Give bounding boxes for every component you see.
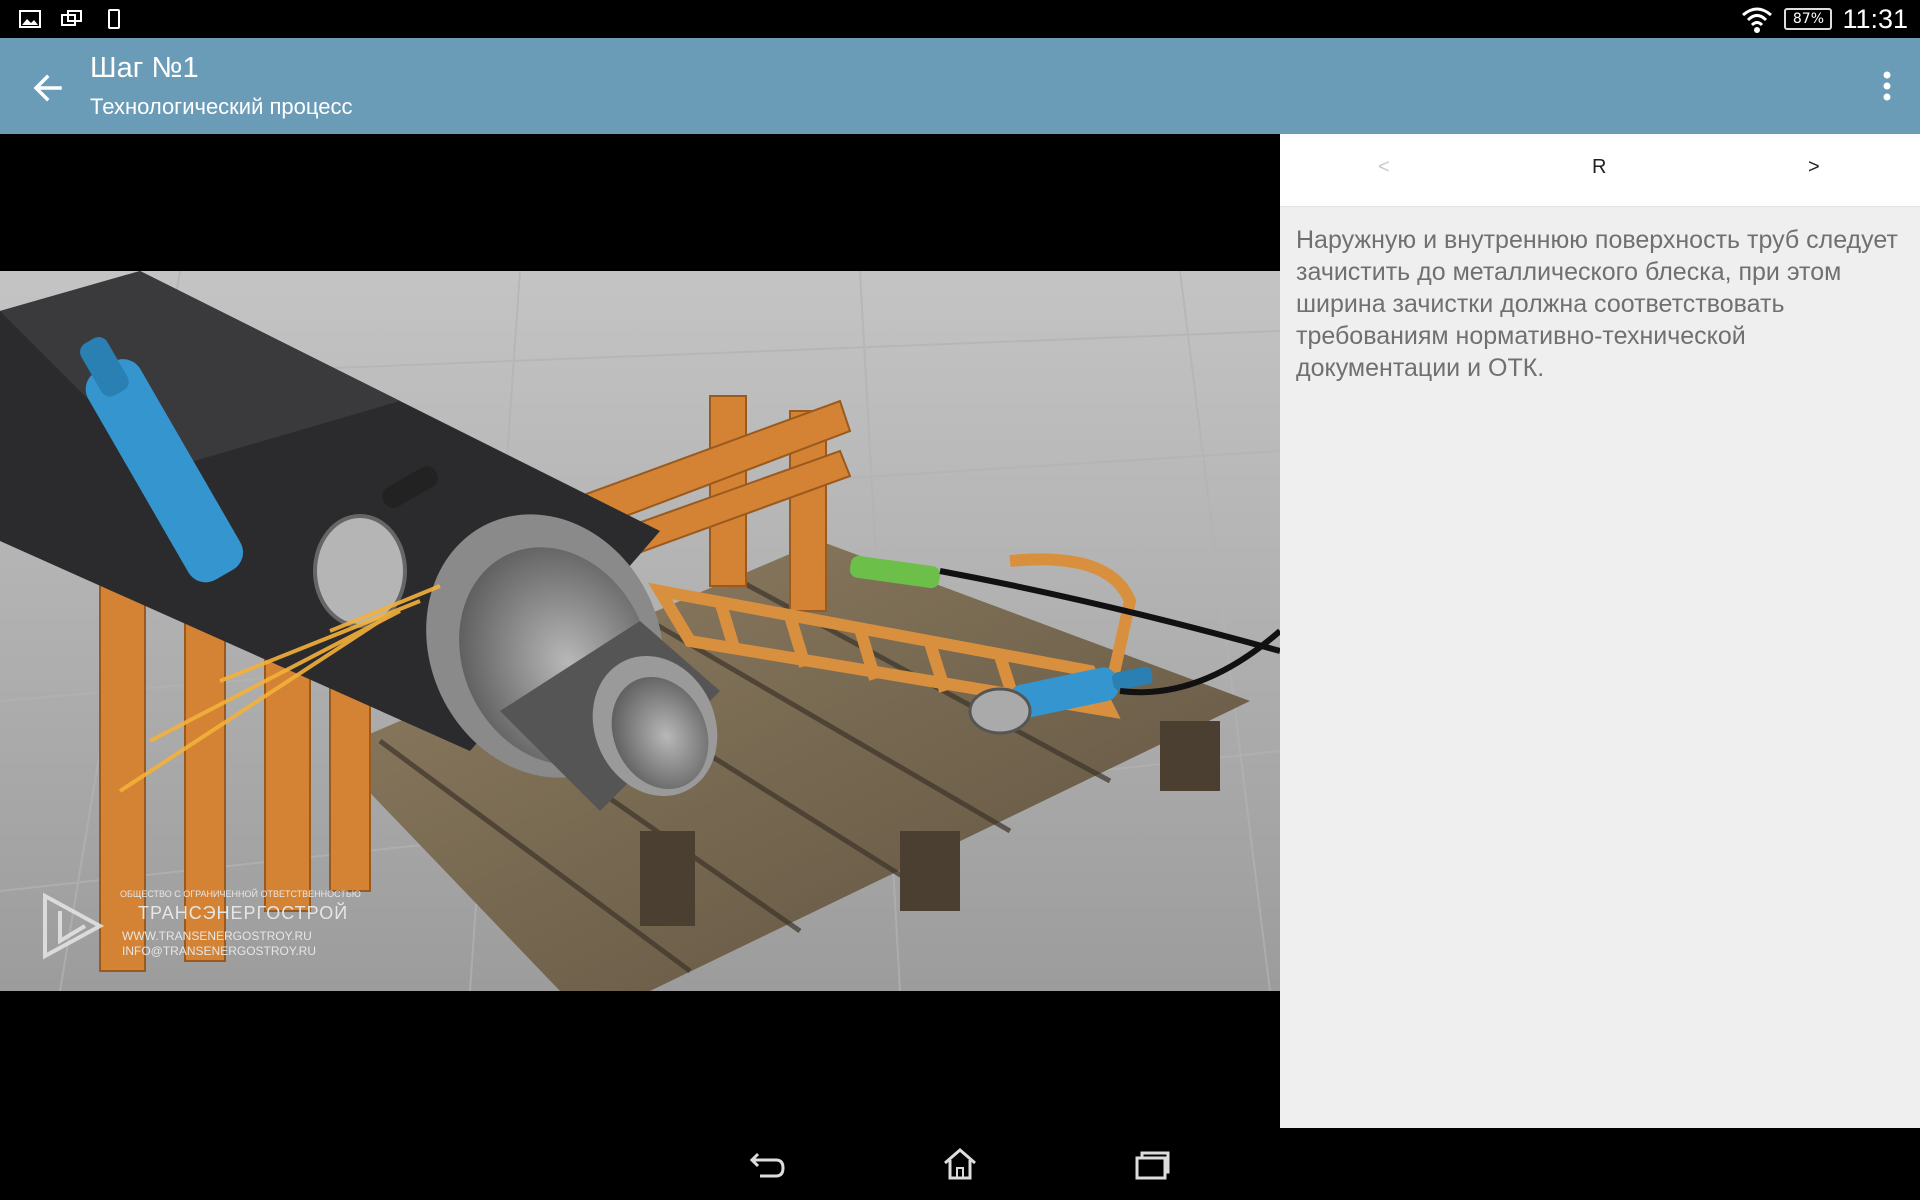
app-bar: Шаг №1 Технологический процесс [0, 38, 1920, 134]
video-frame[interactable]: ОБЩЕСТВО С ОГРАНИЧЕННОЙ ОТВЕТСТВЕННОСТЬЮ… [0, 271, 1280, 991]
watermark-site: WWW.TRANSENERGOSTROY.RU [122, 929, 312, 943]
back-arrow-icon[interactable] [28, 68, 68, 108]
watermark-email: INFO@TRANSENERGOSTROY.RU [122, 944, 316, 958]
recent-apps-icon[interactable] [1132, 1146, 1172, 1182]
reset-button[interactable]: R [1592, 156, 1606, 179]
home-icon[interactable] [940, 1146, 980, 1182]
pipe-cleaning-illustration: ОБЩЕСТВО С ОГРАНИЧЕННОЙ ОТВЕТСТВЕННОСТЬЮ… [0, 271, 1280, 991]
status-left-icons [18, 7, 126, 31]
next-step-button[interactable]: > [1808, 156, 1820, 179]
status-bar: 87% 11:31 [0, 0, 1920, 38]
step-description: Наружную и внутреннюю поверхность труб с… [1296, 226, 1898, 382]
image-icon [19, 10, 41, 28]
status-right: 87% 11:31 [1740, 0, 1908, 38]
system-nav-bar [0, 1128, 1920, 1200]
watermark-tagline: ОБЩЕСТВО С ОГРАНИЧЕННОЙ ОТВЕТСТВЕННОСТЬЮ [120, 888, 361, 899]
multi-window-icon [61, 10, 82, 26]
step-description-panel: < R > Наружную и внутреннюю поверхность … [1280, 134, 1920, 1128]
page-subtitle: Технологический процесс [90, 94, 353, 119]
clock: 11:31 [1842, 3, 1908, 34]
page-title: Шаг №1 [90, 52, 199, 84]
back-icon[interactable] [748, 1146, 788, 1182]
video-player[interactable]: ОБЩЕСТВО С ОГРАНИЧЕННОЙ ОТВЕТСТВЕННОСТЬЮ… [0, 134, 1280, 1128]
wifi-icon [1742, 7, 1773, 33]
overflow-menu-icon[interactable] [1872, 66, 1902, 106]
previous-step-button[interactable]: < [1378, 156, 1390, 179]
step-navigation: < R > [1280, 134, 1920, 207]
watermark-company: ТРАНСЭНЕРГОСТРОЙ [138, 902, 348, 923]
phone-icon [108, 9, 120, 29]
battery-indicator: 87% [1784, 8, 1833, 30]
